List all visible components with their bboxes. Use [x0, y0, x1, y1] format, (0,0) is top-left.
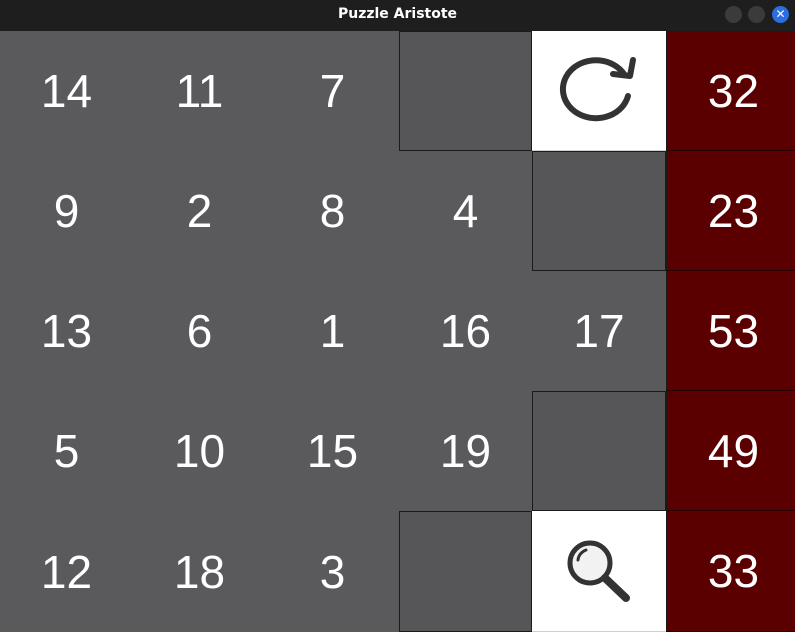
- sum-cell-r3: 49: [666, 391, 795, 511]
- tile-r2-c0[interactable]: 13: [0, 271, 133, 391]
- check-button[interactable]: [532, 511, 666, 632]
- tile-r0-c0[interactable]: 14: [0, 31, 133, 151]
- puzzle-board: 14 11 7 32 9 2 8 4 23 13 6 1 16 17 53 5 …: [0, 31, 795, 632]
- sum-cell-r2: 53: [666, 271, 795, 391]
- sum-cell-r0: 32: [666, 31, 795, 151]
- reset-button[interactable]: [532, 31, 666, 151]
- tile-r1-c2[interactable]: 8: [266, 151, 399, 271]
- tile-r4-c2[interactable]: 3: [266, 511, 399, 632]
- tile-r2-c1[interactable]: 6: [133, 271, 266, 391]
- empty-slot-r3-c4[interactable]: [532, 391, 666, 511]
- tile-r1-c3[interactable]: 4: [399, 151, 532, 271]
- tile-r3-c2[interactable]: 15: [266, 391, 399, 511]
- tile-r3-c1[interactable]: 10: [133, 391, 266, 511]
- tile-r2-c3[interactable]: 16: [399, 271, 532, 391]
- tile-r0-c2[interactable]: 7: [266, 31, 399, 151]
- close-icon: ✕: [775, 7, 786, 21]
- tile-r1-c0[interactable]: 9: [0, 151, 133, 271]
- tile-r2-c2[interactable]: 1: [266, 271, 399, 391]
- tile-r3-c3[interactable]: 19: [399, 391, 532, 511]
- empty-slot-r4-c3[interactable]: [399, 511, 532, 632]
- tile-r1-c1[interactable]: 2: [133, 151, 266, 271]
- sum-cell-r1: 23: [666, 151, 795, 271]
- tile-r2-c4[interactable]: 17: [532, 271, 666, 391]
- title-bar: Puzzle Aristote ✕: [0, 0, 795, 31]
- window-title: Puzzle Aristote: [337, 6, 458, 22]
- refresh-icon: [558, 56, 640, 126]
- tile-r4-c0[interactable]: 12: [0, 511, 133, 632]
- empty-slot-r1-c4[interactable]: [532, 151, 666, 271]
- magnifier-icon: [564, 538, 634, 604]
- tile-r4-c1[interactable]: 18: [133, 511, 266, 632]
- tile-r0-c1[interactable]: 11: [133, 31, 266, 151]
- empty-slot-r0-c3[interactable]: [399, 31, 532, 151]
- close-button[interactable]: ✕: [772, 6, 789, 23]
- minimize-button[interactable]: [725, 6, 742, 23]
- maximize-button[interactable]: [748, 6, 765, 23]
- tile-r3-c0[interactable]: 5: [0, 391, 133, 511]
- sum-cell-r4: 33: [666, 511, 795, 632]
